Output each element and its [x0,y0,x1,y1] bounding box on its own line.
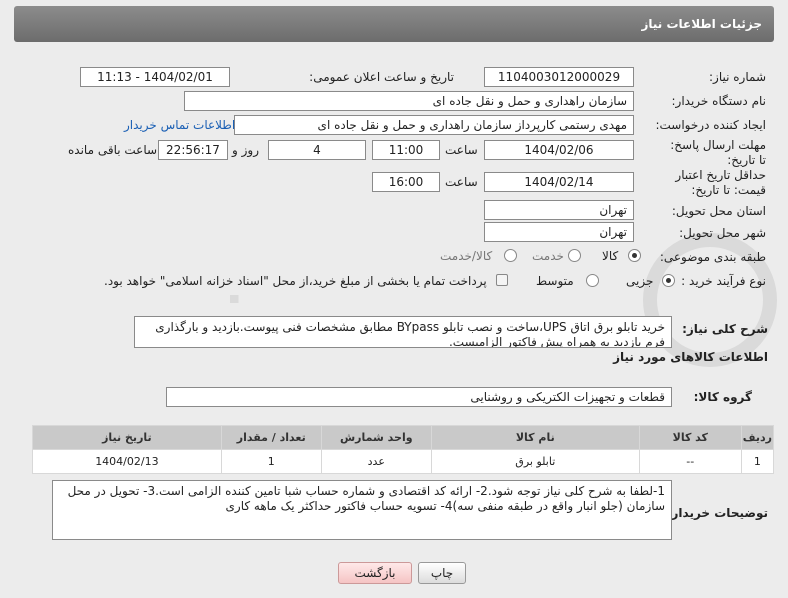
cell-qty: 1 [220,449,322,474]
cell-date: 1404/02/13 [32,449,222,474]
reply-deadline-label: مهلت ارسال پاسخ: تا تاریخ: [670,138,766,167]
buyer-contact-link[interactable]: اطلاعات تماس خریدار [124,118,235,132]
reply-date-field: 1404/02/06 [484,140,634,160]
category-goods-service-radio[interactable] [504,249,517,262]
col-code-header: کد کالا [638,425,742,450]
category-service-radio[interactable] [568,249,581,262]
requester-label: ایجاد کننده درخواست: [655,118,766,132]
delivery-city-label: شهر محل تحویل: [679,226,766,240]
col-qty-header: تعداد / مقدار [220,425,322,450]
buyer-org-field: سازمان راهداری و حمل و نقل جاده ای [184,91,634,111]
back-button[interactable]: بازگشت [338,562,412,584]
col-unit-header: واحد شمارش [320,425,432,450]
category-goods-label: کالا [602,249,619,263]
validity-time-field: 16:00 [372,172,440,192]
need-number-label: شماره نیاز: [709,70,766,84]
col-name-header: نام کالا [430,425,640,450]
purchase-process-label: نوع فرآیند خرید : [681,274,766,288]
goods-info-title: اطلاعات کالاهای مورد نیاز [613,350,768,364]
buyer-org-label: نام دستگاه خریدار: [671,94,767,108]
buyer-notes-field: 1-لطفا به شرح کلی نیاز توجه شود.2- ارائه… [52,480,672,540]
goods-group-label: گروه کالا: [693,390,752,404]
col-row-header: ردیف [740,425,775,450]
process-partial-radio[interactable] [662,274,675,287]
announce-datetime-label: تاریخ و ساعت اعلان عمومی: [309,70,454,84]
price-validity-label: حداقل تاریخ اعتبار قیمت: تا تاریخ: [675,168,766,197]
col-date-header: تاریخ نیاز [32,425,222,450]
cell-name: تابلو برق [430,449,640,474]
treasury-note: پرداخت تمام یا بخشی از مبلغ خرید،از محل … [104,274,487,288]
remaining-label: ساعت باقی مانده [68,143,158,157]
delivery-province-field: تهران [484,200,634,220]
requester-field: مهدی رستمی کارپرداز سازمان راهداری و حمل… [234,115,634,135]
cell-row: 1 [740,449,775,474]
category-label: طبقه بندی موضوعی: [659,250,766,264]
table-row: 1 -- تابلو برق عدد 1 1404/02/13 [32,449,775,474]
category-goods-service-label: کالا/خدمت [440,249,493,263]
general-description-label: شرح کلی نیاز: [682,322,768,336]
delivery-city-field: تهران [484,222,634,242]
goods-table: ردیف کد کالا نام کالا واحد شمارش تعداد /… [32,425,775,474]
process-medium-label: متوسط [536,274,574,288]
day-and-label: روز و [232,143,259,157]
delivery-province-label: استان محل تحویل: [671,204,766,218]
process-medium-radio[interactable] [586,274,599,287]
page-title: جزئیات اطلاعات نیاز [641,17,762,31]
reply-time-label: ساعت [445,143,478,157]
category-service-label: خدمت [532,249,564,263]
validity-date-field: 1404/02/14 [484,172,634,192]
page-header: جزئیات اطلاعات نیاز [14,6,774,42]
general-description-field: خرید تابلو برق اتاق UPS،ساخت و نصب تابلو… [134,316,672,348]
reply-time-field: 11:00 [372,140,440,160]
category-goods-radio[interactable] [628,249,641,262]
goods-group-field: قطعات و تجهیزات الکتریکی و روشنایی [166,387,672,407]
print-button[interactable]: چاپ [418,562,466,584]
cell-code: -- [638,449,742,474]
treasury-checkbox[interactable] [496,274,508,286]
goods-table-header-row: ردیف کد کالا نام کالا واحد شمارش تعداد /… [32,425,775,450]
announce-datetime-field: 1404/02/01 - 11:13 [80,67,230,87]
buyer-notes-label: توضیحات خریدار: [666,506,768,520]
reply-days-field: 4 [268,140,366,160]
reply-remaining-field: 22:56:17 [158,140,228,160]
cell-unit: عدد [320,449,432,474]
need-number-field: 1104003012000029 [484,67,634,87]
process-partial-label: جزیی [626,274,654,288]
validity-time-label: ساعت [445,175,478,189]
